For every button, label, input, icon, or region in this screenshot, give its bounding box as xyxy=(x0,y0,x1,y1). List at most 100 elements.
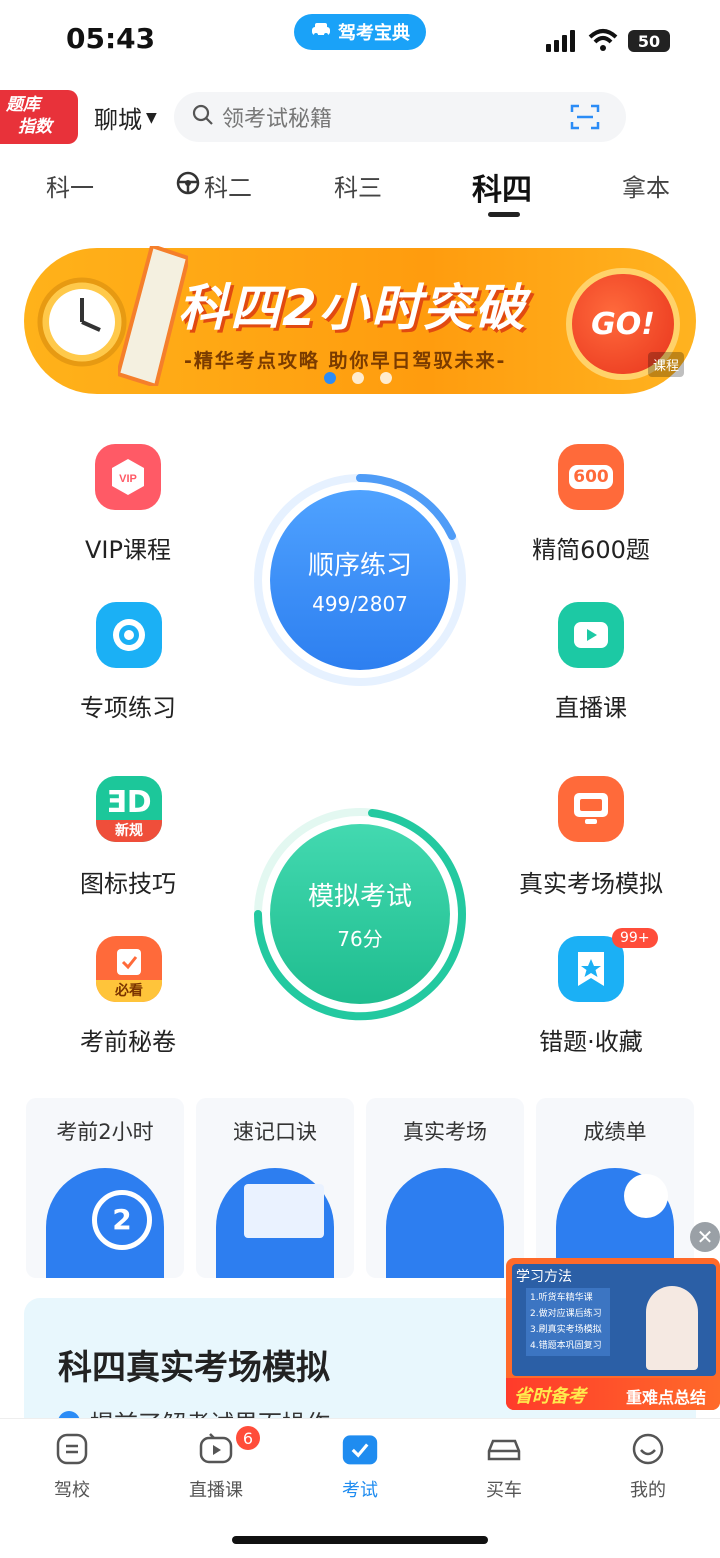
tab-subject-4[interactable]: 科四 xyxy=(472,165,532,209)
icon-tag: 必看 xyxy=(96,980,162,1002)
feature-label: 专项练习 xyxy=(80,694,176,722)
caret-down-icon: ▼ xyxy=(146,109,157,126)
mock-exam-button[interactable]: 模拟考试 76分 xyxy=(270,824,450,1004)
clipboard-check-icon: 必看 xyxy=(96,936,162,1002)
feature-600-questions[interactable]: 600 xyxy=(558,444,624,510)
badge-line-2: 指数 xyxy=(18,117,52,137)
search-placeholder: 领考试秘籍 xyxy=(222,107,333,132)
video-list-item: 4.错题本巩固复习 xyxy=(530,1341,602,1351)
feature-live-class[interactable] xyxy=(558,602,624,668)
tab-subject-3[interactable]: 科三 xyxy=(334,168,382,203)
video-caption-left: 省时备考 xyxy=(514,1386,586,1407)
search-bar[interactable]: 领考试秘籍 xyxy=(174,92,626,142)
feature-label: 考前秘卷 xyxy=(80,1028,176,1056)
feature-pre-exam-paper[interactable]: 必看 xyxy=(96,936,162,1002)
tab-subject-1[interactable]: 科一 xyxy=(46,168,94,203)
wifi-icon xyxy=(588,28,618,56)
tab-subject-2[interactable]: 科二 xyxy=(176,168,252,203)
page-dot[interactable] xyxy=(324,372,336,384)
exam-index-badge[interactable]: 题库 指数 xyxy=(0,90,78,144)
school-icon xyxy=(53,1430,91,1468)
car-icon xyxy=(485,1430,523,1468)
city-label: 聊城 xyxy=(94,106,142,134)
count-600-icon: 600 xyxy=(558,444,624,510)
feature-label: 精简600题 xyxy=(532,536,650,564)
nav-label: 直播课 xyxy=(189,1480,243,1501)
tool-real-exam-room[interactable]: 真实考场 xyxy=(366,1098,524,1278)
nav-profile[interactable]: 我的 xyxy=(598,1430,698,1502)
feature-sign-tips[interactable]: ƎD 新规 xyxy=(96,776,162,842)
tool-label: 考前2小时 xyxy=(56,1120,154,1144)
city-selector[interactable]: 聊城 ▼ xyxy=(94,100,157,135)
tool-report-card[interactable]: 成绩单 xyxy=(536,1098,694,1278)
nav-label: 买车 xyxy=(486,1480,522,1501)
tv-icon xyxy=(197,1430,235,1468)
nav-driving-school[interactable]: 驾校 xyxy=(22,1430,122,1502)
target-icon xyxy=(96,602,162,668)
tool-2-hours[interactable]: 考前2小时 2 xyxy=(26,1098,184,1278)
video-list-item: 1.听货车精华课 xyxy=(530,1293,593,1303)
floating-video-window[interactable]: 学习方法 1.听货车精华课 2.做对应课后练习 3.刷真实考场模拟 4.错题本巩… xyxy=(506,1258,720,1410)
banner-pagination xyxy=(324,372,392,384)
feature-label: 图标技巧 xyxy=(80,870,176,898)
smile-icon xyxy=(629,1430,667,1468)
battery-indicator: 50 xyxy=(628,30,670,52)
feature-vip-course[interactable]: VIP xyxy=(78,444,178,510)
banner-subtitle: -精华考点攻略 助你早日驾驭未来- xyxy=(184,350,507,372)
presenter-image xyxy=(646,1286,698,1370)
car-icon xyxy=(310,22,332,43)
video-header: 学习方法 xyxy=(516,1269,572,1285)
video-list-item: 2.做对应课后练习 xyxy=(530,1309,602,1319)
bookmark-star-icon xyxy=(558,936,624,1002)
feature-mistakes-favorites[interactable] xyxy=(558,936,624,1002)
nav-exam[interactable]: 考试 xyxy=(310,1430,410,1502)
sequential-practice-button[interactable]: 顺序练习 499/2807 xyxy=(270,490,450,670)
banner-title: 科四2小时突破 xyxy=(178,279,527,337)
nav-label: 考试 xyxy=(342,1480,378,1501)
notification-badge: 6 xyxy=(236,1426,260,1450)
practice-title: 顺序练习 xyxy=(307,550,412,581)
count-badge: 99+ xyxy=(612,928,658,948)
video-icon xyxy=(558,602,624,668)
home-indicator xyxy=(232,1536,488,1544)
app-name: 驾考宝典 xyxy=(338,23,410,44)
scan-icon[interactable] xyxy=(570,103,600,135)
banner-tag: 课程 xyxy=(648,352,685,377)
active-tab-indicator xyxy=(488,212,520,217)
tool-mnemonics[interactable]: 速记口诀 xyxy=(196,1098,354,1278)
clock-icon xyxy=(36,276,128,372)
feature-special-practice[interactable] xyxy=(96,602,162,668)
tab-get-license[interactable]: 拿本 xyxy=(622,168,670,203)
feature-label: 错题·收藏 xyxy=(539,1028,643,1056)
sign-icon: ƎD 新规 xyxy=(96,776,162,842)
exam-score: 76分 xyxy=(337,927,383,951)
app-name-pill: 驾考宝典 xyxy=(294,14,426,50)
exam-title: 模拟考试 xyxy=(307,882,412,912)
video-list: 1.听货车精华课 2.做对应课后练习 3.刷真实考场模拟 4.错题本巩固复习 xyxy=(526,1288,610,1356)
tool-label: 速记口诀 xyxy=(233,1120,317,1144)
nav-label: 驾校 xyxy=(54,1480,90,1501)
exam-icon xyxy=(341,1430,379,1468)
page-dot[interactable] xyxy=(352,372,364,384)
tab-label: 科二 xyxy=(204,174,252,202)
tool-label: 成绩单 xyxy=(583,1120,647,1144)
video-list-item: 3.刷真实考场模拟 xyxy=(530,1325,602,1335)
feature-label: 真实考场模拟 xyxy=(519,870,663,898)
card-title: 科四真实考场模拟 xyxy=(58,1348,330,1388)
nav-label: 我的 xyxy=(630,1480,666,1501)
feature-label: VIP课程 xyxy=(85,536,171,564)
page-dot[interactable] xyxy=(380,372,392,384)
feature-real-exam-sim[interactable] xyxy=(558,776,624,842)
signal-icon xyxy=(546,30,578,56)
icon-tag: 新规 xyxy=(96,820,162,842)
badge-line-1: 题库 xyxy=(6,95,40,115)
close-icon[interactable]: ✕ xyxy=(690,1222,720,1252)
feature-label: 直播课 xyxy=(555,694,627,722)
svg-text:VIP: VIP xyxy=(119,473,137,485)
rocket-illustration xyxy=(386,1168,504,1278)
search-icon xyxy=(192,104,214,130)
monitor-icon xyxy=(558,776,624,842)
practice-progress: 499/2807 xyxy=(312,591,408,616)
video-caption-right: 重难点总结 xyxy=(626,1388,707,1407)
nav-buy-car[interactable]: 买车 xyxy=(454,1430,554,1502)
